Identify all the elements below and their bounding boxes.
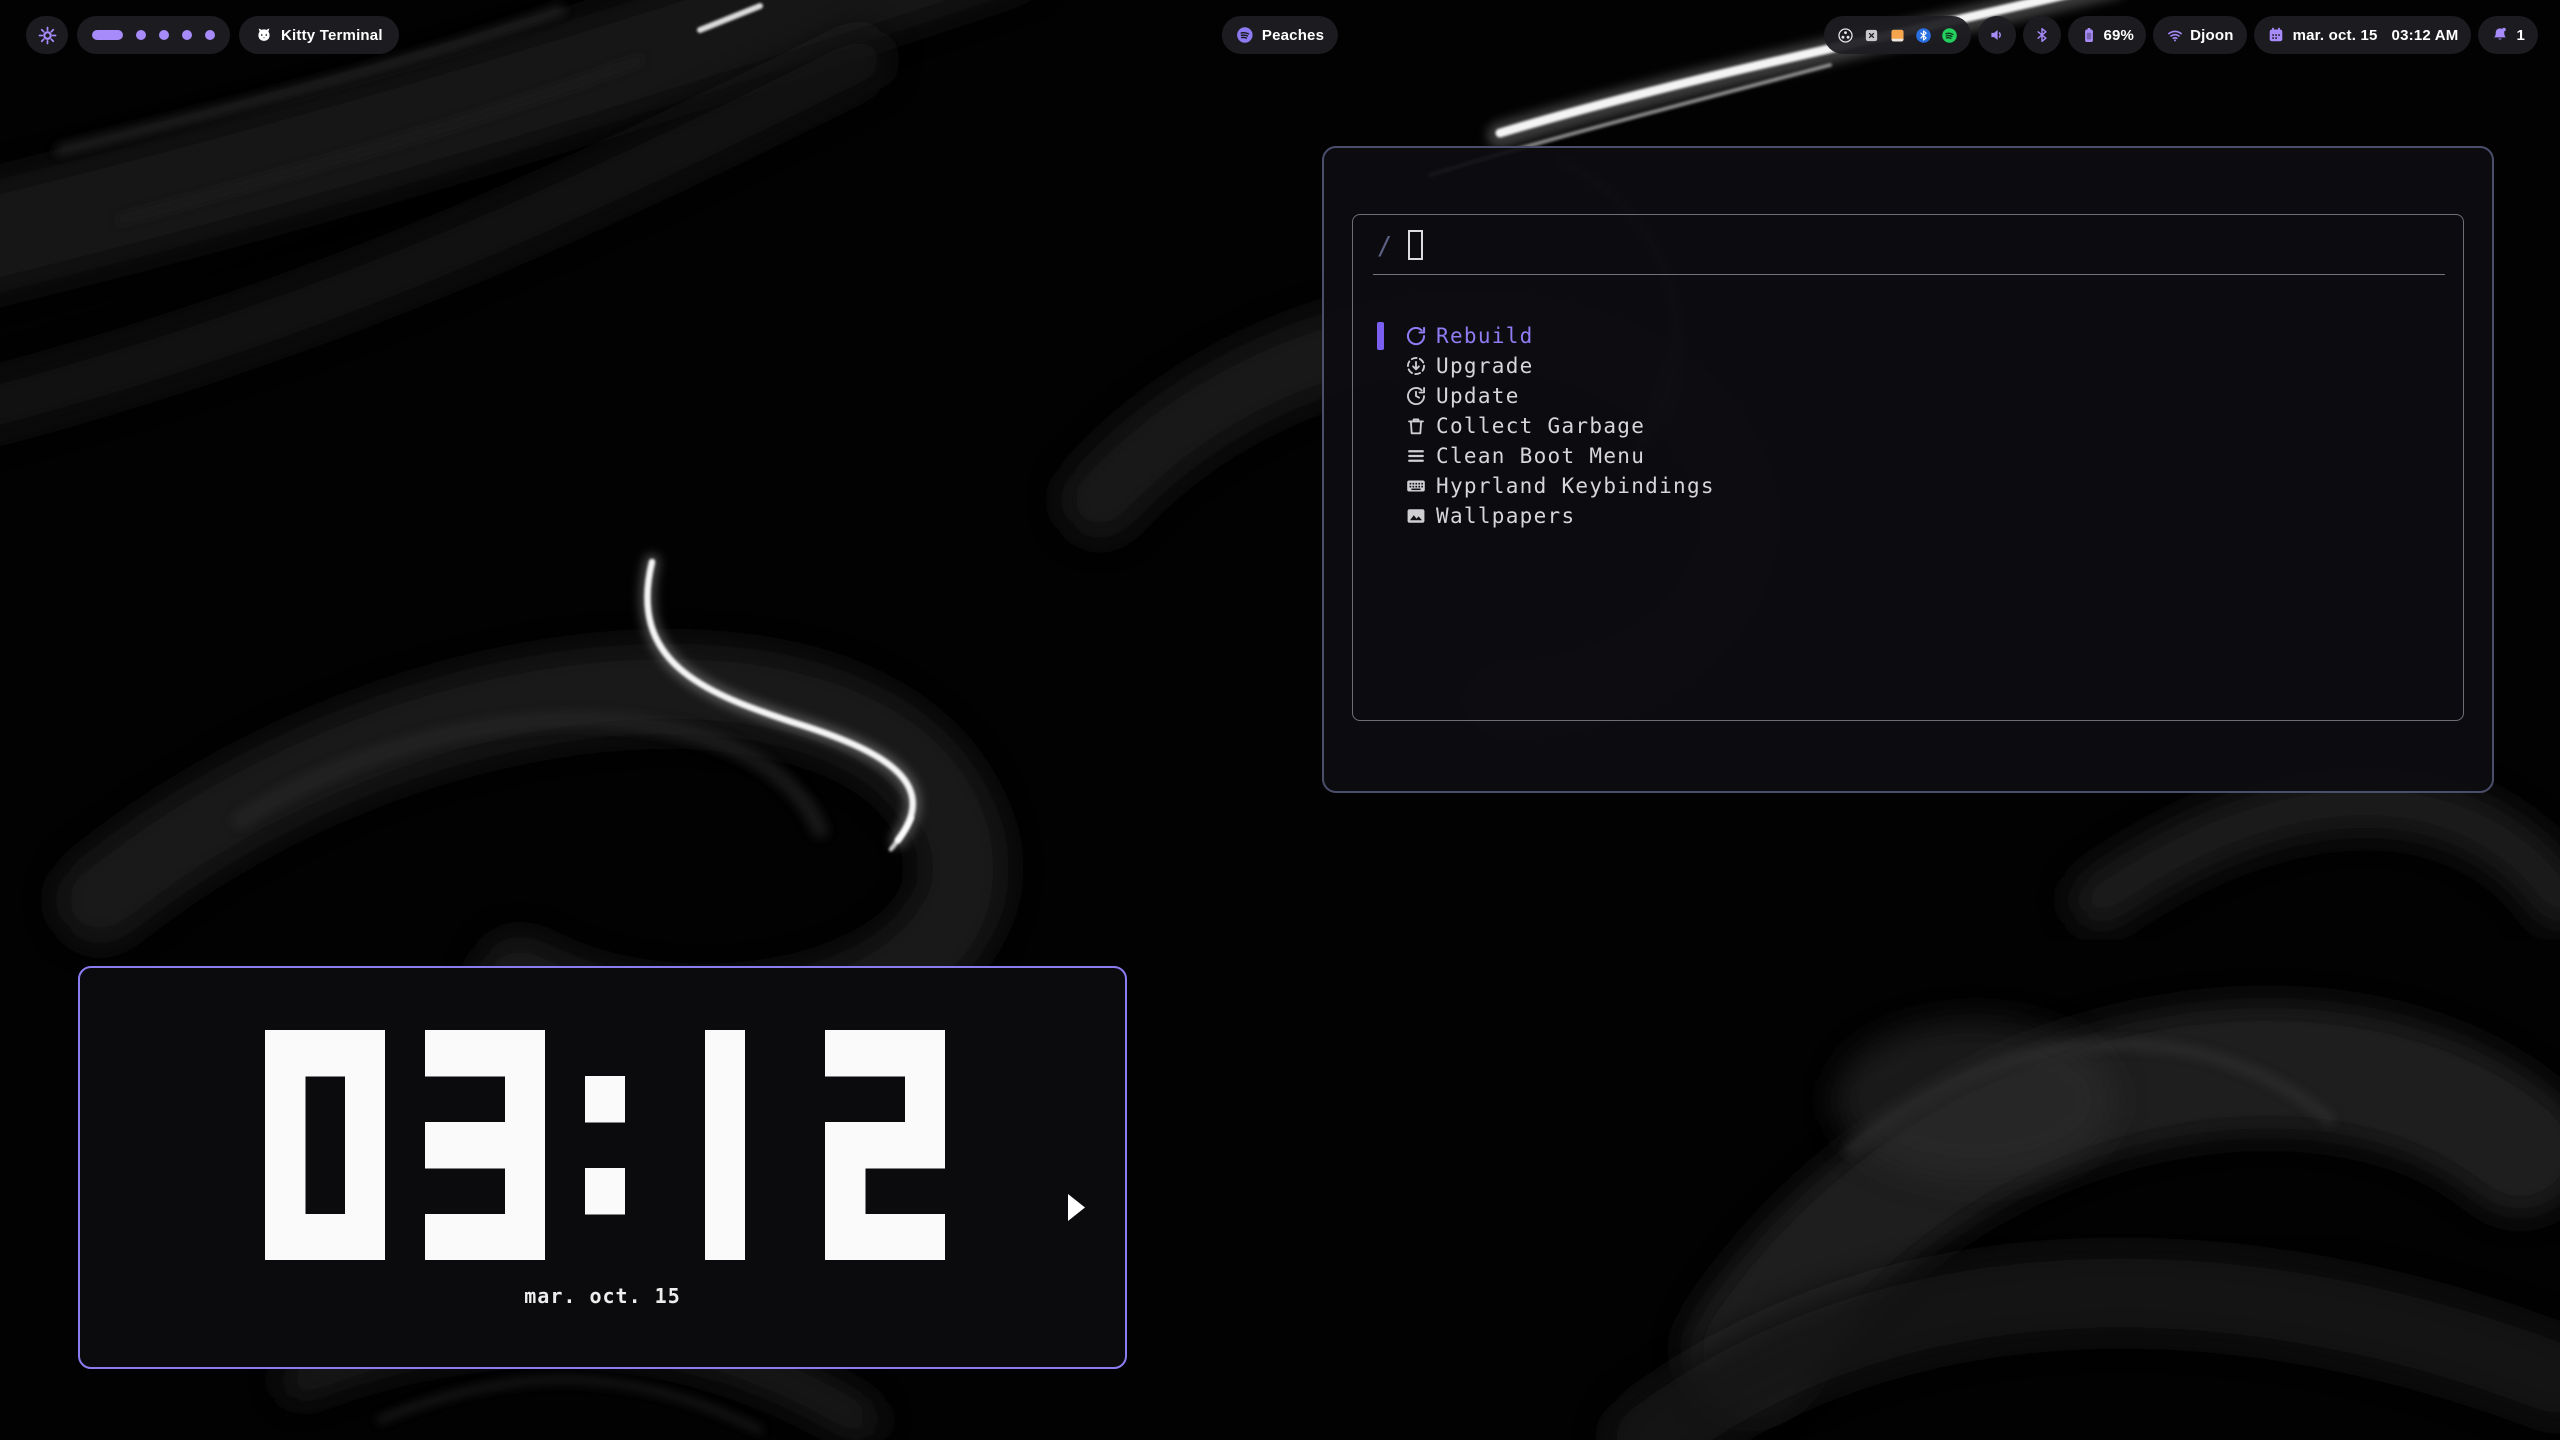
clock-digit <box>825 1030 945 1260</box>
launcher-item-update[interactable]: Update <box>1353 381 2463 411</box>
active-window-title: Kitty Terminal <box>281 27 383 44</box>
clock-widget: mar. oct. 15 <box>78 966 1127 1369</box>
launcher-item-wallpapers[interactable]: Wallpapers <box>1353 501 2463 531</box>
trash-icon <box>1405 415 1427 437</box>
clock-digit <box>425 1030 545 1260</box>
workspace-dot[interactable] <box>182 30 192 40</box>
notification-count: 1 <box>2516 27 2525 44</box>
active-window-pill[interactable]: Kitty Terminal <box>239 16 399 54</box>
battery-percent: 69% <box>2103 27 2134 44</box>
speaker-icon <box>1988 26 2006 44</box>
launcher-item-rebuild[interactable]: Rebuild <box>1353 321 2463 351</box>
battery-icon <box>2080 26 2098 44</box>
bar-time: 03:12 AM <box>2392 27 2459 44</box>
workspace-active[interactable] <box>92 30 123 40</box>
menu-lines-icon <box>1405 445 1427 467</box>
download-circle-icon <box>1405 355 1427 377</box>
orange-app-icon[interactable] <box>1889 27 1906 44</box>
spotify-icon <box>1236 26 1254 44</box>
prompt-slash: / <box>1377 231 1392 260</box>
workspaces-indicator[interactable] <box>77 16 230 54</box>
cat-icon <box>255 26 273 44</box>
widget-square-icon[interactable] <box>1863 27 1880 44</box>
history-icon <box>1405 385 1427 407</box>
clock-date: mar. oct. 15 <box>80 1284 1125 1308</box>
wifi-icon <box>2166 26 2184 44</box>
image-icon <box>1405 505 1427 527</box>
spotify-green-icon[interactable] <box>1941 27 1958 44</box>
gear-icon <box>37 25 58 46</box>
refresh-icon <box>1405 325 1427 347</box>
launcher-item-hyprland-keybindings[interactable]: Hyprland Keybindings <box>1353 471 2463 501</box>
launcher-item-clean-boot-menu[interactable]: Clean Boot Menu <box>1353 441 2463 471</box>
launcher-inner-box: / Rebuild Upgrade Update <box>1352 214 2464 721</box>
battery-indicator[interactable]: 69% <box>2068 16 2146 54</box>
network-ssid: Djoon <box>2190 27 2234 44</box>
launcher-item-list: Rebuild Upgrade Update Collect Garbage C <box>1353 321 2463 531</box>
datetime-indicator[interactable]: mar. oct. 15 03:12 AM <box>2254 16 2472 54</box>
keyboard-icon <box>1405 475 1427 497</box>
topbar-right: 69% Djoon mar. oct. 15 03:12 AM 1 <box>1824 16 2538 54</box>
notifications-button[interactable]: 1 <box>2478 16 2538 54</box>
clock-digit <box>705 1030 745 1260</box>
settings-button[interactable] <box>26 16 68 54</box>
workspace-dot[interactable] <box>205 30 215 40</box>
media-player-pill[interactable]: Peaches <box>1222 16 1338 54</box>
volume-button[interactable] <box>1978 16 2016 54</box>
clock-digit <box>265 1030 385 1260</box>
selection-bar <box>1377 322 1384 350</box>
bluetooth-button[interactable] <box>2023 16 2061 54</box>
workspace-dot[interactable] <box>136 30 146 40</box>
topbar-center: Peaches <box>1222 16 1338 54</box>
launcher-search[interactable]: / <box>1377 228 1423 262</box>
clock-time-display <box>265 1030 985 1260</box>
calendar-icon <box>2267 26 2285 44</box>
bar-date: mar. oct. 15 <box>2293 27 2378 44</box>
launcher-item-upgrade[interactable]: Upgrade <box>1353 351 2463 381</box>
system-tray <box>1824 16 1971 54</box>
bluetooth-blue-icon[interactable] <box>1915 27 1932 44</box>
network-indicator[interactable]: Djoon <box>2153 16 2247 54</box>
text-cursor <box>1408 230 1423 260</box>
obs-icon[interactable] <box>1837 27 1854 44</box>
now-playing-title: Peaches <box>1262 27 1324 44</box>
bell-icon <box>2491 26 2509 44</box>
launcher-item-collect-garbage[interactable]: Collect Garbage <box>1353 411 2463 441</box>
bluetooth-icon <box>2033 26 2051 44</box>
clock-digit <box>585 1030 625 1260</box>
launcher-panel: / Rebuild Upgrade Update <box>1322 146 2494 793</box>
workspace-dot[interactable] <box>159 30 169 40</box>
topbar-left: Kitty Terminal <box>26 16 399 54</box>
search-separator <box>1373 274 2445 275</box>
